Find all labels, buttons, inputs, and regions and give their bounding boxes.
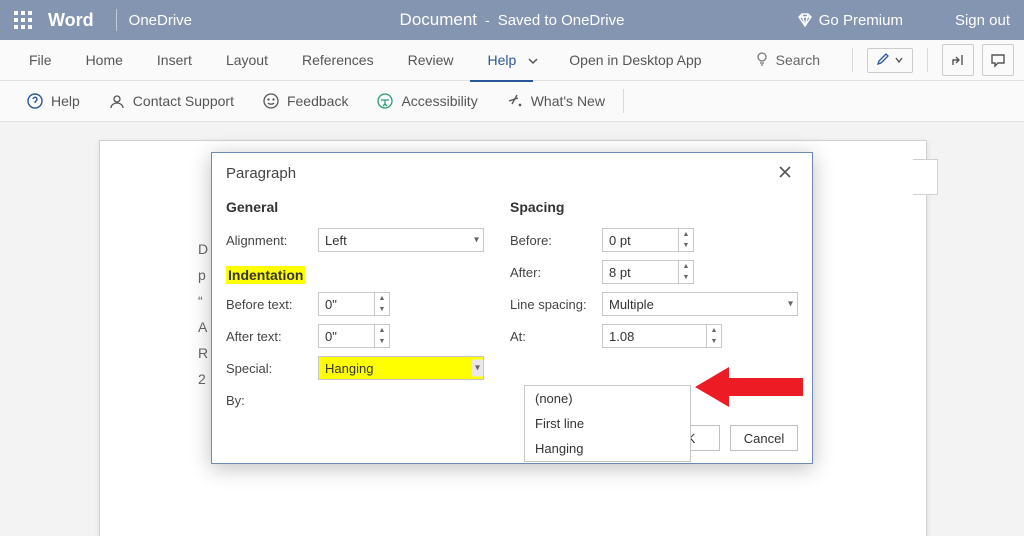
line-spacing-label: Line spacing: [510,297,602,312]
special-label: Special: [226,361,318,376]
editing-mode-button[interactable] [867,48,913,73]
document-area: D p “ A R 2 Paragraph General Alignment: [0,122,1024,536]
after-value: 8 pt [609,265,631,280]
line-spacing-value: Multiple [609,297,654,312]
chevron-down-icon: ▾ [474,235,479,246]
line-spacing-select[interactable]: Multiple ▾ [602,292,798,316]
spinner-icon[interactable]: ▲▼ [678,229,693,251]
help-button[interactable]: Help [12,81,94,121]
alignment-value: Left [325,233,347,248]
search-button[interactable]: Search [744,47,830,74]
by-label: By: [226,393,318,408]
share-button[interactable] [942,44,974,76]
before-text-label: Before text: [226,297,318,312]
app-name[interactable]: Word [48,10,94,31]
tab-help[interactable]: Help [470,40,533,82]
tab-review[interactable]: Review [391,40,471,80]
after-input[interactable]: 8 pt ▲▼ [602,260,694,284]
pencil-icon [876,52,890,69]
tab-references[interactable]: References [285,40,391,80]
whats-new-button[interactable]: What's New [492,81,619,121]
feedback-button[interactable]: Feedback [248,81,362,121]
title-bar: Word OneDrive Document - Saved to OneDri… [0,0,1024,40]
document-name: Document [400,10,477,30]
alignment-select[interactable]: Left ▾ [318,228,484,252]
lightbulb-icon [754,51,770,70]
alignment-label: Alignment: [226,233,318,248]
headset-icon [108,92,126,110]
separator [927,48,928,72]
option-none[interactable]: (none) [525,386,690,411]
at-label: At: [510,329,602,344]
after-text-label: After text: [226,329,318,344]
spacing-heading: Spacing [510,199,798,215]
chevron-down-icon[interactable] [527,54,539,66]
divider [116,9,117,31]
spinner-icon[interactable]: ▲▼ [678,261,693,283]
location-onedrive[interactable]: OneDrive [129,12,192,29]
general-heading: General [226,199,506,215]
before-label: Before: [510,233,602,248]
spinner-icon[interactable]: ▲▼ [374,293,389,315]
before-text-input[interactable]: 0" ▲▼ [318,292,390,316]
separator [623,89,624,113]
before-input[interactable]: 0 pt ▲▼ [602,228,694,252]
chevron-down-icon [894,52,904,68]
special-value: Hanging [325,361,373,376]
special-select[interactable]: Hanging ▾ [318,356,484,380]
after-label: After: [510,265,602,280]
help-label: Help [51,93,80,109]
separator [852,48,853,72]
tab-layout[interactable]: Layout [209,40,285,80]
open-in-desktop-button[interactable]: Open in Desktop App [549,40,721,80]
smiley-icon [262,92,280,110]
contact-support-button[interactable]: Contact Support [94,81,248,121]
spacing-column: Spacing Before: 0 pt ▲▼ After: 8 pt ▲▼ [506,195,798,417]
chevron-down-icon: ▾ [472,360,483,377]
tab-insert[interactable]: Insert [140,40,209,80]
after-text-value: 0" [325,329,337,344]
general-indentation-column: General Alignment: Left ▾ Indentation Be… [226,195,506,417]
chevron-down-icon: ▾ [788,299,793,310]
sparkle-icon [506,92,524,110]
at-value: 1.08 [609,329,634,344]
tab-file[interactable]: File [12,40,69,80]
save-status: Saved to OneDrive [498,12,625,29]
go-premium-button[interactable]: Go Premium [785,8,915,33]
sign-out-link[interactable]: Sign out [955,12,1010,29]
comment-stub [913,159,938,195]
paragraph-dialog: Paragraph General Alignment: Left ▾ Inde… [211,152,813,464]
feedback-label: Feedback [287,93,348,109]
close-icon[interactable] [772,161,798,186]
accessibility-button[interactable]: Accessibility [362,81,491,121]
page-text-fragment: D p “ A R 2 [198,236,208,392]
option-first-line[interactable]: First line [525,411,690,436]
accessibility-icon [376,92,394,110]
spinner-icon[interactable]: ▲▼ [374,325,389,347]
option-hanging[interactable]: Hanging [525,436,690,461]
at-input[interactable]: 1.08 ▲▼ [602,324,722,348]
special-dropdown-list: (none) First line Hanging [524,385,691,462]
go-premium-label: Go Premium [819,12,903,29]
app-launcher-icon[interactable] [14,11,32,29]
accessibility-label: Accessibility [401,93,477,109]
help-subribbon: Help Contact Support Feedback Accessibil… [0,81,1024,122]
title-dash: - [485,12,490,28]
tab-home[interactable]: Home [69,40,140,80]
before-value: 0 pt [609,233,631,248]
dialog-title: Paragraph [226,165,296,182]
search-label: Search [776,52,820,68]
whats-new-label: What's New [531,93,605,109]
spinner-icon[interactable]: ▲▼ [706,325,721,347]
indentation-heading: Indentation [226,266,305,284]
after-text-input[interactable]: 0" ▲▼ [318,324,390,348]
contact-support-label: Contact Support [133,93,234,109]
cancel-button[interactable]: Cancel [730,425,798,451]
help-icon [26,92,44,110]
diamond-icon [797,12,813,28]
before-text-value: 0" [325,297,337,312]
comments-button[interactable] [982,44,1014,76]
ribbon-tabs: File Home Insert Layout References Revie… [0,40,1024,81]
